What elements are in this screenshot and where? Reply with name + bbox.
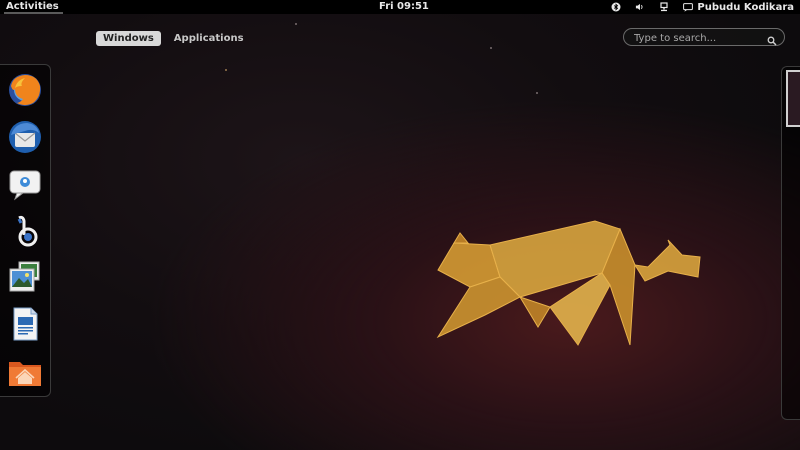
star [295, 23, 297, 25]
top-panel: Activities Fri 09:51 Pubudu Kodikara [0, 0, 800, 14]
search-box[interactable] [623, 28, 785, 46]
activities-button[interactable]: Activities [4, 0, 63, 14]
bluetooth-icon[interactable] [611, 2, 621, 12]
thunderbird-icon[interactable] [6, 118, 44, 156]
network-icon[interactable] [659, 2, 669, 12]
tab-applications[interactable]: Applications [167, 31, 251, 46]
libreoffice-writer-icon[interactable] [6, 305, 44, 343]
view-selector: Windows Applications [96, 31, 251, 46]
tab-windows[interactable]: Windows [96, 31, 161, 46]
wallpaper-cat-image [430, 215, 710, 359]
user-name: Pubudu Kodikara [697, 1, 794, 13]
star [490, 47, 492, 49]
user-icon [683, 2, 694, 12]
home-folder-icon[interactable] [6, 353, 44, 391]
empathy-icon[interactable] [6, 165, 44, 203]
system-tray: Pubudu Kodikara [611, 0, 794, 14]
workspace-thumbnail[interactable] [786, 70, 800, 127]
user-menu[interactable]: Pubudu Kodikara [683, 2, 794, 13]
star [536, 92, 538, 94]
star [225, 69, 227, 71]
volume-icon[interactable] [635, 2, 645, 12]
search-icon [767, 31, 777, 50]
dash [0, 64, 51, 397]
banshee-icon[interactable] [6, 212, 44, 250]
shotwell-icon[interactable] [6, 258, 44, 296]
search-input[interactable] [632, 30, 766, 46]
workspace-switcher [781, 66, 800, 420]
firefox-icon[interactable] [6, 71, 44, 109]
clock[interactable]: Fri 09:51 [379, 0, 429, 14]
